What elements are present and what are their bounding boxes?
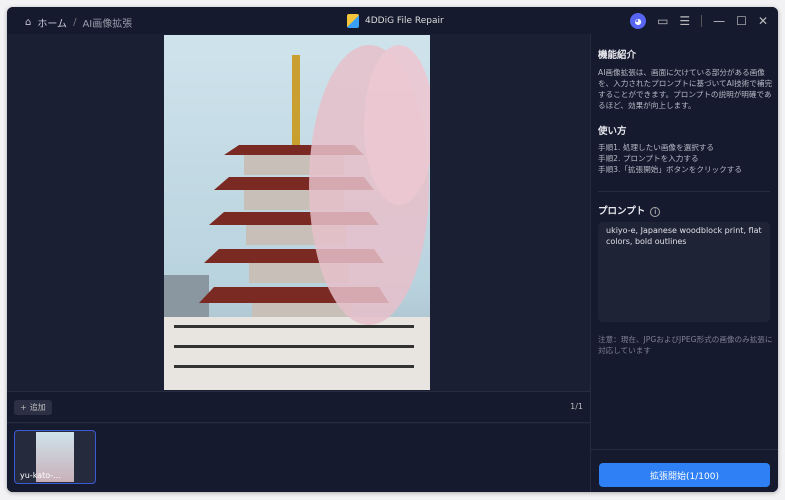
divider [591,449,778,450]
step-item: 手順3.「拡張開始」ボタンをクリックする [598,165,742,174]
home-icon[interactable]: ⌂ [25,17,31,28]
app-window: ⌂ ホーム / AI画像拡張 4DDiG File Repair ◕ ▭ ☰ —… [7,7,778,492]
info-icon[interactable]: i [650,207,661,217]
step-item: 手順2. プロンプトを入力する [598,154,699,163]
format-note: 注意：現在、JPGおよびJPEG形式の画像のみ拡張に対応しています [598,335,773,355]
prompt-heading: プロンプト i [598,203,661,217]
title-bar: ⌂ ホーム / AI画像拡張 4DDiG File Repair ◕ ▭ ☰ —… [7,7,778,34]
intro-text: AI画像拡張は、画面に欠けている部分がある画像を、入力されたプロンプトに基づいて… [598,68,773,110]
minimize-icon[interactable]: — [713,14,725,28]
app-title: 4DDiG File Repair [347,14,444,28]
prompt-input[interactable]: ukiyo-e, Japanese woodblock print, flat … [598,222,770,322]
window-controls: ◕ ▭ ☰ — ☐ ✕ [630,13,768,29]
feedback-icon[interactable]: ▭ [657,14,668,28]
preview-area: + 追加 1/1 yu-kato-... [7,34,590,492]
pagoda-photo [164,45,430,390]
step-item: 手順1. 処理したい画像を選択する [598,143,714,152]
prompt-title: プロンプト [598,206,646,217]
breadcrumb: ⌂ ホーム / AI画像拡張 [25,15,132,30]
divider [701,15,703,27]
add-label: 追加 [29,403,46,412]
add-button[interactable]: + 追加 [14,400,52,415]
start-expand-button[interactable]: 拡張開始(1/100) [599,463,770,487]
image-toolbar: + 追加 1/1 [7,391,590,423]
thumbnail-label: yu-kato-... [20,471,61,480]
side-panel: 機能紹介 AI画像拡張は、画面に欠けている部分がある画像を、入力されたプロンプト… [590,34,778,492]
thumbnail-strip: yu-kato-... [7,424,590,492]
preview-image [164,35,430,390]
breadcrumb-current: AI画像拡張 [82,19,133,30]
plus-icon: + [20,403,27,412]
app-title-text: 4DDiG File Repair [365,16,444,26]
menu-icon[interactable]: ☰ [679,14,690,28]
page-count: 1/1 [570,402,583,411]
thumbnail-item[interactable]: yu-kato-... [14,430,96,484]
divider [598,191,770,192]
intro-title: 機能紹介 [598,50,637,61]
close-icon[interactable]: ✕ [758,14,768,28]
app-logo-icon [347,14,359,28]
steps-list: 手順1. 処理したい画像を選択する 手順2. プロンプトを入力する 手順3.「拡… [598,142,774,175]
howto-title: 使い方 [598,126,627,137]
discord-icon[interactable]: ◕ [630,13,647,29]
breadcrumb-separator: / [73,17,77,28]
breadcrumb-home[interactable]: ホーム [37,15,67,30]
maximize-icon[interactable]: ☐ [736,14,747,28]
